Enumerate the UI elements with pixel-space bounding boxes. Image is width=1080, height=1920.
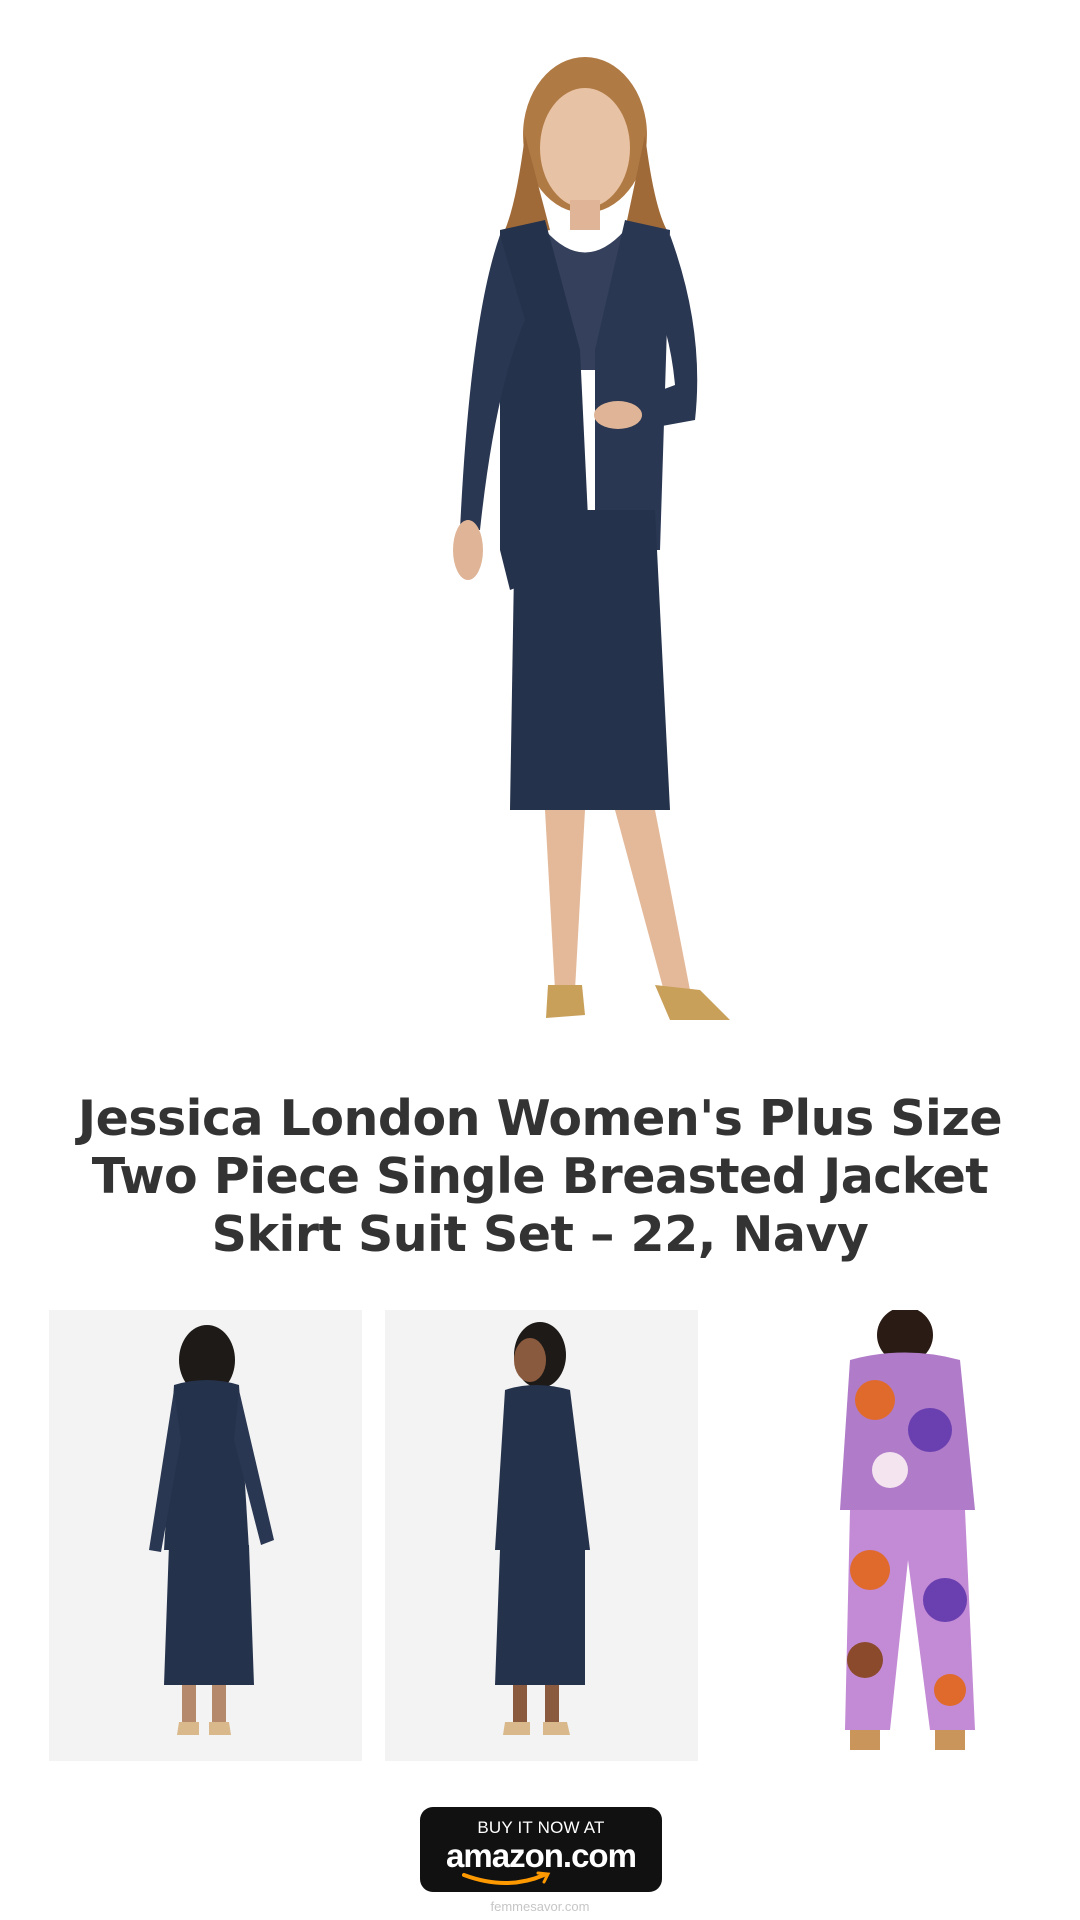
model-navy-suit-front-image [453, 57, 730, 1020]
amazon-logo-text: amazon.com [446, 1837, 637, 1874]
product-title: Jessica London Women's Plus Size Two Pie… [77, 1090, 1003, 1263]
model-floral-pant-set-image [840, 1310, 975, 1750]
site-footer: femmesavor.com [490, 1899, 590, 1914]
thumbnail-back-view[interactable] [49, 1310, 362, 1761]
amazon-smile-icon [462, 1871, 551, 1885]
model-navy-suit-back-image [149, 1325, 274, 1735]
buy-on-amazon-button[interactable]: BUY IT NOW AT amazon.com [420, 1807, 662, 1892]
model-navy-suit-side-image [495, 1322, 590, 1735]
thumbnail-related-product[interactable] [790, 1310, 1030, 1761]
product-main-image[interactable] [350, 30, 830, 1030]
thumbnail-side-view[interactable] [385, 1310, 698, 1761]
buy-button-label: BUY IT NOW AT [477, 1818, 605, 1837]
